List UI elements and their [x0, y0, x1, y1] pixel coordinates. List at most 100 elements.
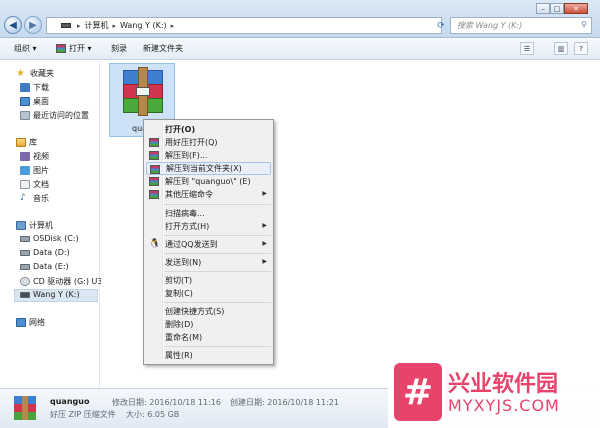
hard-disk-icon [20, 249, 30, 256]
preview-pane-button[interactable]: ▥ [554, 42, 568, 55]
menu-item-open[interactable]: 打开(O) [146, 123, 271, 136]
navigation-pane: ★ 收藏夹 下载 桌面 最近访问的位置 库 视频 图片 文档 ♪ 音乐 计算机 … [0, 61, 102, 388]
sidebar-item-label: Wang Y (K:) [33, 290, 80, 299]
usb-drive-icon [20, 291, 30, 298]
menu-item-label: 解压到当前文件夹(X) [166, 164, 242, 173]
menu-item-properties[interactable]: 属性(R) [146, 349, 271, 362]
sidebar-item-label: 视频 [33, 152, 49, 161]
sidebar-item-label: 库 [29, 138, 37, 147]
menu-item-label: 打开(O) [165, 125, 196, 134]
menu-separator [164, 271, 271, 272]
address-bar[interactable]: ▸ 计算机 ▸ Wang Y (K:) ▸ [46, 17, 442, 34]
open-button[interactable]: 打开 ▾ [56, 43, 92, 54]
pictures-icon [20, 166, 30, 175]
sidebar-item-computer[interactable]: 计算机 [16, 220, 53, 231]
chevron-right-icon: ▸ [112, 21, 117, 30]
sidebar-item-favorites[interactable]: ★ 收藏夹 [16, 68, 54, 79]
library-icon [16, 138, 26, 147]
burn-button[interactable]: 刻录 [111, 43, 127, 54]
menu-separator [164, 346, 271, 347]
menu-separator [164, 302, 271, 303]
documents-icon [20, 180, 30, 189]
recent-places-icon [20, 111, 30, 120]
hard-disk-icon [20, 235, 30, 242]
sidebar-item-label: 文档 [33, 180, 49, 189]
sidebar-item-label: 图片 [33, 166, 49, 175]
details-file-name: quanguo [50, 397, 90, 406]
menu-item-label: 用好压打开(Q) [165, 138, 218, 147]
close-icon[interactable]: ✕ [564, 3, 588, 14]
menu-item-rename[interactable]: 重命名(M) [146, 331, 271, 344]
sidebar-item-desktop[interactable]: 桌面 [20, 96, 49, 107]
sidebar-item-videos[interactable]: 视频 [20, 151, 49, 162]
music-icon: ♪ [20, 193, 26, 203]
sidebar-item-drive-g[interactable]: CD 驱动器 (G:) U3 [20, 276, 102, 287]
sidebar-item-documents[interactable]: 文档 [20, 179, 49, 190]
menu-item-create-shortcut[interactable]: 创建快捷方式(S) [146, 305, 271, 318]
sidebar-item-drive-e[interactable]: Data (E:) [20, 262, 69, 271]
sidebar-item-label: 桌面 [33, 97, 49, 106]
refresh-button[interactable]: ⟳ [434, 17, 448, 34]
organize-button[interactable]: 组织 ▾ [14, 43, 37, 54]
menu-separator [164, 204, 271, 205]
new-folder-button[interactable]: 新建文件夹 [143, 43, 183, 54]
sidebar-item-drive-k[interactable]: Wang Y (K:) [20, 290, 80, 299]
menu-item-label: 创建快捷方式(S) [165, 307, 225, 316]
menu-item-open-with[interactable]: 打开方式(H) ▶ [146, 220, 271, 233]
menu-item-copy[interactable]: 复制(C) [146, 287, 271, 300]
menu-item-send-qq[interactable]: 🐧 通过QQ发送到 ▶ [146, 238, 271, 251]
qq-penguin-icon: 🐧 [149, 239, 161, 249]
minimize-icon[interactable]: – [536, 3, 550, 14]
menu-separator [164, 235, 271, 236]
menu-item-extract-here[interactable]: 解压到当前文件夹(X) [146, 162, 271, 175]
sidebar-item-pictures[interactable]: 图片 [20, 165, 49, 176]
breadcrumb-computer[interactable]: 计算机 [85, 20, 109, 31]
sidebar-item-libraries[interactable]: 库 [16, 137, 37, 148]
winrar-icon [56, 44, 66, 53]
menu-item-label: 通过QQ发送到 [165, 240, 218, 249]
help-icon: ? [579, 44, 583, 53]
menu-item-scan-virus[interactable]: 扫描病毒... [146, 207, 271, 220]
sidebar-item-recent[interactable]: 最近访问的位置 [20, 110, 89, 121]
menu-item-extract-to-folder[interactable]: 解压到 "quanguo\" (E) [146, 175, 271, 188]
sidebar-item-label: 下载 [33, 83, 49, 92]
chevron-right-icon: ▸ [170, 21, 175, 30]
cd-drive-icon [20, 277, 30, 286]
sidebar-item-music[interactable]: ♪ 音乐 [20, 193, 49, 204]
sidebar-item-downloads[interactable]: 下载 [20, 82, 49, 93]
sidebar-item-drive-d[interactable]: Data (D:) [20, 248, 70, 257]
menu-item-send-to[interactable]: 发送到(N) ▶ [146, 256, 271, 269]
watermark-url: MYXYJS.COM [448, 396, 560, 415]
download-folder-icon [20, 83, 30, 92]
menu-item-delete[interactable]: 删除(D) [146, 318, 271, 331]
back-button[interactable]: ◀ [4, 16, 22, 34]
hard-disk-icon [20, 263, 30, 270]
submenu-arrow-icon: ▶ [262, 222, 267, 229]
sidebar-item-label: Data (D:) [33, 248, 70, 257]
sidebar-item-network[interactable]: 网络 [16, 317, 45, 328]
help-button[interactable]: ? [574, 42, 588, 55]
submenu-arrow-icon: ▶ [262, 240, 267, 247]
watermark: # 兴业软件园 MYXYJS.COM [388, 356, 600, 428]
menu-separator [164, 253, 271, 254]
maximize-icon[interactable]: □ [550, 3, 564, 14]
context-menu: 打开(O) 用好压打开(Q) 解压到(F)... 解压到当前文件夹(X) 解压到… [143, 119, 274, 365]
sidebar-item-label: 收藏夹 [30, 69, 54, 78]
burn-label: 刻录 [111, 44, 127, 53]
title-bar: – □ ✕ ◀ ▶ ▸ 计算机 ▸ Wang Y (K:) ▸ ⟳ 搜索 Wan… [0, 0, 600, 38]
window-controls: – □ ✕ [536, 3, 588, 15]
menu-item-open-haozip[interactable]: 用好压打开(Q) [146, 136, 271, 149]
menu-item-cut[interactable]: 剪切(T) [146, 274, 271, 287]
winrar-icon [150, 165, 160, 174]
network-icon [16, 318, 26, 327]
search-input[interactable]: 搜索 Wang Y (K:) ⚲ [450, 17, 592, 34]
menu-item-label: 属性(R) [165, 351, 193, 360]
view-options-button[interactable]: ☰ [520, 42, 534, 55]
breadcrumb-drive[interactable]: Wang Y (K:) [120, 21, 167, 30]
forward-arrow-icon: ▶ [29, 19, 37, 31]
sidebar-item-drive-c[interactable]: OSDisk (C:) [20, 234, 79, 243]
sidebar-item-label: Data (E:) [33, 262, 69, 271]
forward-button[interactable]: ▶ [24, 16, 42, 34]
menu-item-other-compress[interactable]: 其他压缩命令 ▶ [146, 188, 271, 201]
menu-item-extract-to[interactable]: 解压到(F)... [146, 149, 271, 162]
